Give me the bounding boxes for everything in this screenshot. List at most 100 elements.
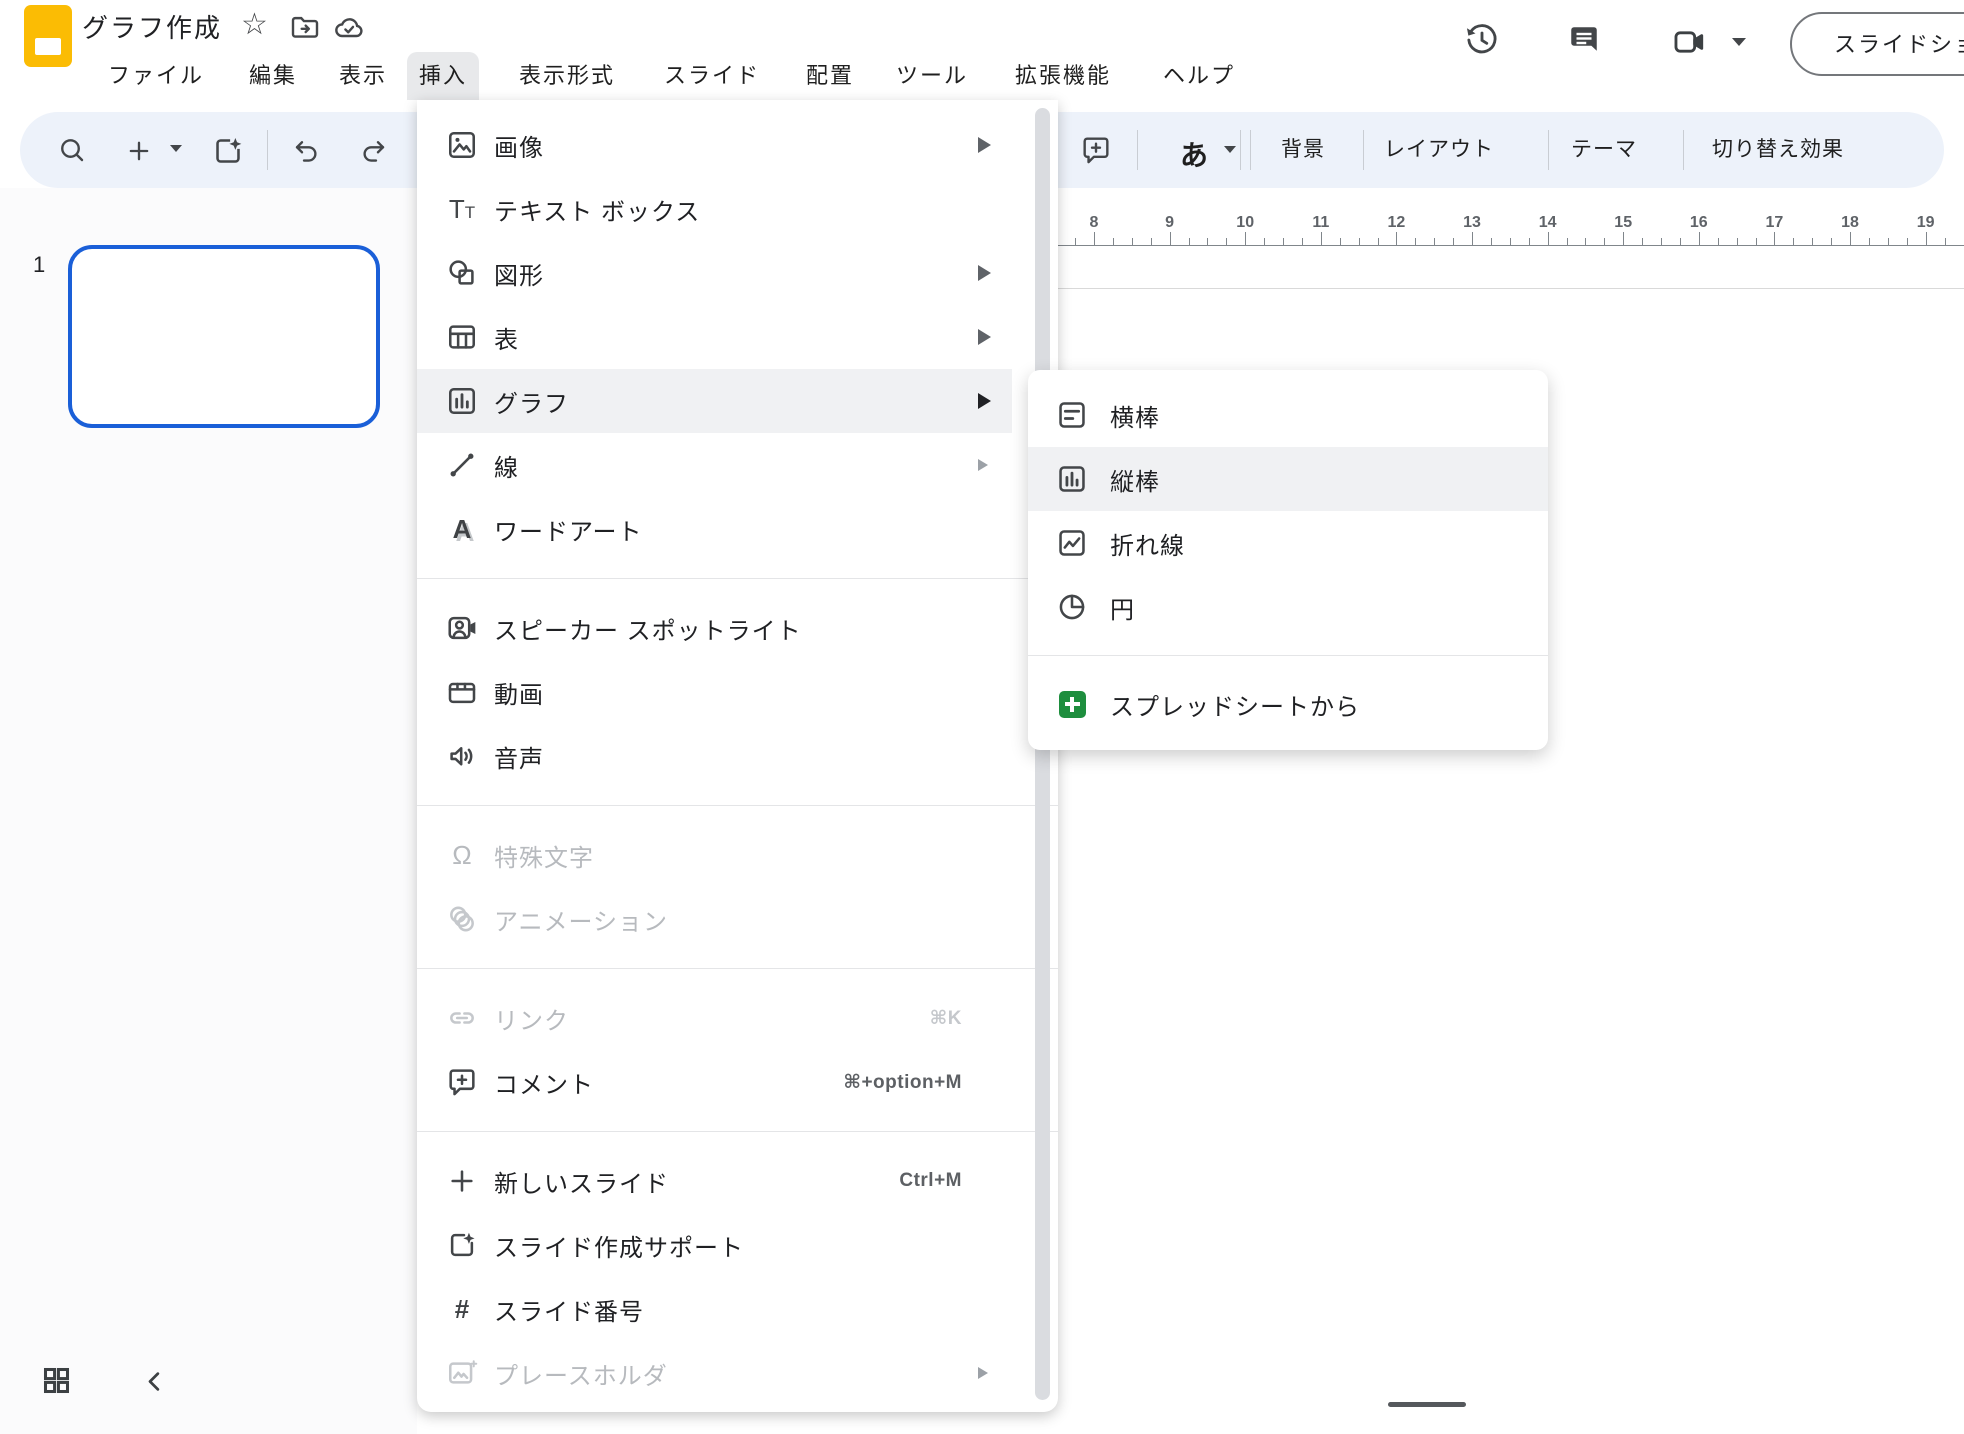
move-folder-icon[interactable]: [289, 12, 321, 44]
menu-item-comment-add[interactable]: コメント ⌘+option+M: [417, 1050, 1012, 1114]
chart-submenu: 横棒縦棒折れ線円スプレッドシートから: [1028, 370, 1548, 750]
menu-item-placeholder[interactable]: プレースホルダ: [417, 1341, 1012, 1405]
ruler-tick: [1945, 238, 1946, 245]
slide-sparkle-icon[interactable]: [211, 134, 245, 168]
ruler-tick: [1604, 238, 1605, 245]
collapse-filmstrip-icon[interactable]: [141, 1368, 168, 1395]
present-button[interactable]: スライドショー: [1790, 12, 1964, 76]
menu-item-video[interactable]: 動画: [417, 660, 1012, 724]
theme-button[interactable]: テーマ: [1571, 112, 1637, 188]
layout-button[interactable]: レイアウト: [1384, 112, 1494, 188]
menu-scrollbar[interactable]: [1035, 108, 1050, 1400]
submenu-arrow-icon: [978, 137, 991, 153]
audio-icon: [445, 739, 479, 773]
menubar-item[interactable]: スライド: [652, 52, 772, 100]
placeholder-icon: [445, 1356, 479, 1390]
redo-icon[interactable]: [358, 136, 388, 166]
camera-dropdown-icon[interactable]: [1732, 38, 1746, 46]
menu-item-bar-horizontal[interactable]: 横棒: [1028, 383, 1548, 447]
text-style-button[interactable]: あ: [1180, 134, 1208, 174]
comment-add-icon[interactable]: [1080, 134, 1112, 166]
new-slide-button[interactable]: [125, 137, 153, 165]
menu-divider: [417, 968, 1058, 969]
star-icon[interactable]: ☆: [241, 6, 268, 44]
menu-item-chart[interactable]: グラフ: [417, 369, 1012, 433]
ruler-tick: [1510, 238, 1511, 245]
ruler-tick: [1793, 238, 1794, 245]
line-chart-icon: [1055, 526, 1089, 560]
menu-item-label: グラフ: [494, 384, 569, 419]
ruler-number: 15: [1614, 214, 1632, 232]
shortcut-label: ⌘+option+M: [843, 1071, 962, 1094]
menu-item-text-box[interactable]: TTテキスト ボックス: [417, 177, 1012, 241]
menu-divider: [417, 578, 1058, 579]
slide-canvas-top-edge: [1058, 288, 1964, 289]
notes-resize-handle[interactable]: [1388, 1402, 1466, 1407]
toolbar-divider: [267, 130, 268, 170]
menubar-item[interactable]: ツール: [884, 52, 980, 100]
text-style-dropdown-icon[interactable]: [1224, 146, 1236, 153]
ruler-tick: [1094, 232, 1095, 245]
menu-item-label: スピーカー スポットライト: [494, 611, 802, 646]
menu-item-special-chars[interactable]: Ω特殊文字: [417, 823, 1012, 887]
ruler-tick: [1737, 238, 1738, 245]
ruler-tick: [1302, 238, 1303, 245]
menu-item-bar-vertical[interactable]: 縦棒: [1028, 447, 1548, 511]
menu-item-word-art[interactable]: AAワードアート: [417, 497, 1012, 561]
ruler-tick: [1850, 232, 1851, 245]
menu-item-audio[interactable]: 音声: [417, 724, 1012, 788]
menu-item-label: スライド番号: [494, 1292, 644, 1327]
google-slides-app: { "colors":{"accent_blue":"#1a5fd8","too…: [0, 0, 1964, 1434]
menu-item-label: 横棒: [1110, 398, 1160, 433]
menu-item-slide-sparkle[interactable]: スライド作成サポート: [417, 1213, 1012, 1277]
search-icon[interactable]: [57, 135, 87, 165]
grid-view-icon[interactable]: [40, 1364, 73, 1397]
submenu-arrow-icon: [978, 1367, 988, 1379]
menu-item-speaker-spotlight[interactable]: スピーカー スポットライト: [417, 596, 1012, 660]
menu-item-shape[interactable]: 図形: [417, 241, 1012, 305]
menu-item-line[interactable]: 線: [417, 433, 1012, 497]
menu-item-hash[interactable]: #スライド番号: [417, 1277, 1012, 1341]
background-button[interactable]: 背景: [1281, 112, 1325, 188]
menubar-item[interactable]: 拡張機能: [1003, 52, 1123, 100]
menu-item-label: 動画: [494, 675, 544, 710]
transition-button[interactable]: 切り替え効果: [1712, 112, 1844, 188]
version-history-icon[interactable]: [1463, 21, 1501, 59]
special-chars-icon: Ω: [445, 838, 479, 872]
ruler-tick: [1151, 238, 1152, 245]
menu-item-label: 音声: [494, 739, 544, 774]
menu-item-pie[interactable]: 円: [1028, 575, 1548, 639]
meet-camera-icon[interactable]: [1672, 25, 1706, 59]
ruler-tick: [1359, 238, 1360, 245]
document-title[interactable]: グラフ作成: [82, 8, 222, 45]
ruler-tick: [1207, 238, 1208, 245]
menubar-item-active[interactable]: 挿入: [407, 52, 479, 100]
menubar-item[interactable]: 編集: [237, 52, 309, 100]
comments-icon[interactable]: [1566, 22, 1602, 58]
menubar-item[interactable]: 表示形式: [507, 52, 627, 100]
menubar-item[interactable]: 配置: [794, 52, 866, 100]
cloud-saved-icon[interactable]: [333, 12, 365, 44]
menu-item-table[interactable]: 表: [417, 305, 1012, 369]
ruler-tick: [1340, 238, 1341, 245]
menu-item-link[interactable]: リンク⌘K: [417, 986, 1012, 1050]
menu-item-animation[interactable]: アニメーション: [417, 887, 1012, 951]
slide-thumbnail-selected[interactable]: [68, 245, 380, 428]
ruler-tick: [1567, 238, 1568, 245]
menubar-item[interactable]: 表示: [327, 52, 399, 100]
new-slide-dropdown-icon[interactable]: [170, 145, 182, 152]
ruler-tick: [1585, 238, 1586, 245]
menu-item-plus[interactable]: 新しいスライドCtrl+M: [417, 1149, 1012, 1213]
word-art-icon: AA: [445, 512, 479, 546]
ruler-tick: [1548, 232, 1549, 245]
menu-item-sheets[interactable]: スプレッドシートから: [1028, 672, 1548, 736]
menu-item-label: スプレッドシートから: [1110, 687, 1360, 722]
menu-item-label: 折れ線: [1110, 526, 1185, 561]
submenu-arrow-icon: [978, 459, 988, 471]
menu-item-line-chart[interactable]: 折れ線: [1028, 511, 1548, 575]
menu-item-image[interactable]: 画像: [417, 113, 1012, 177]
menu-item-label: コメント: [494, 1065, 594, 1100]
undo-icon[interactable]: [292, 136, 322, 166]
menubar-item[interactable]: ファイル: [96, 52, 216, 100]
menubar-item[interactable]: ヘルプ: [1151, 52, 1247, 100]
